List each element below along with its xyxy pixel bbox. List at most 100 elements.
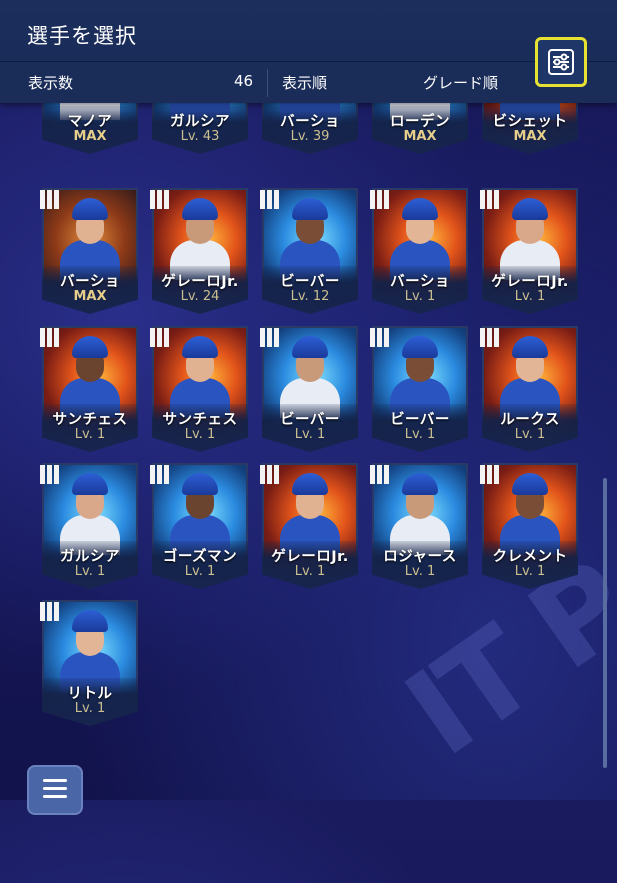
player-name: ガルシア [60, 549, 120, 565]
player-name: マノア [67, 114, 113, 130]
grade-badge [480, 328, 499, 348]
player-card[interactable]: ガルシア Lv. 43 [152, 103, 248, 154]
player-portrait [280, 194, 340, 280]
player-portrait [60, 194, 120, 280]
filter-settings-icon [548, 49, 574, 75]
player-card[interactable]: リトル Lv. 1 [40, 600, 138, 726]
player-level: Lv. 1 [404, 564, 436, 579]
player-level: Lv. 43 [180, 129, 220, 144]
player-level: Lv. 1 [74, 427, 106, 442]
player-level: MAX [513, 129, 547, 144]
player-portrait [60, 332, 120, 418]
player-name: クレメント [492, 549, 568, 565]
player-card[interactable]: ゲレーロJr. Lv. 1 [480, 188, 578, 314]
count-value: 46 [234, 72, 254, 90]
menu-button[interactable] [27, 765, 83, 815]
scrollbar[interactable] [603, 478, 607, 768]
player-card[interactable]: ビーバー Lv. 1 [260, 326, 358, 452]
player-name: リトル [67, 686, 113, 702]
grade-badge [370, 328, 389, 348]
player-name: ビーバー [280, 412, 340, 428]
grade-badge [40, 190, 59, 210]
player-level: Lv. 1 [294, 427, 326, 442]
player-portrait [390, 332, 450, 418]
player-level: Lv. 1 [294, 564, 326, 579]
player-portrait [280, 469, 340, 555]
grade-badge [40, 328, 59, 348]
player-name: バーショ [390, 274, 450, 290]
grade-badge [150, 465, 169, 485]
hamburger-menu-icon-bar [43, 795, 67, 798]
player-card[interactable]: ビーバー Lv. 1 [370, 326, 468, 452]
grade-badge [480, 190, 499, 210]
player-name: ゲレーロJr. [491, 274, 569, 290]
player-level: Lv. 1 [514, 427, 546, 442]
header-bar: 選手を選択 表示数 46 表示順 グレード順 [0, 0, 617, 103]
player-level: Lv. 1 [74, 564, 106, 579]
player-card[interactable]: サンチェス Lv. 1 [40, 326, 138, 452]
player-name: ゲレーロJr. [161, 274, 239, 290]
player-name: ビシェット [492, 114, 568, 130]
header-divider [0, 61, 617, 62]
player-name: バーショ [280, 114, 340, 130]
sort-label: 表示順 [282, 74, 328, 92]
stat-divider [267, 69, 268, 97]
player-portrait [60, 606, 120, 692]
player-name: ゴーズマン [162, 549, 238, 565]
grade-badge [260, 190, 279, 210]
player-card[interactable]: ゴーズマン Lv. 1 [150, 463, 248, 589]
sort-value[interactable]: グレード順 [423, 72, 498, 93]
player-level: Lv. 1 [184, 427, 216, 442]
player-card[interactable]: ビーバー Lv. 12 [260, 188, 358, 314]
player-name: ルークス [500, 412, 560, 428]
player-card[interactable]: ローデン MAX [372, 103, 468, 154]
player-card[interactable]: ビシェット MAX [482, 103, 578, 154]
player-portrait [280, 332, 340, 418]
player-portrait [60, 469, 120, 555]
player-portrait [170, 332, 230, 418]
grade-badge [370, 190, 389, 210]
player-level: MAX [73, 129, 107, 144]
player-card[interactable]: マノア MAX [42, 103, 138, 154]
filter-button[interactable] [535, 37, 587, 87]
player-portrait [500, 332, 560, 418]
player-level: Lv. 12 [290, 289, 330, 304]
player-name: ガルシア [170, 114, 230, 130]
player-card[interactable]: バーショ Lv. 1 [370, 188, 468, 314]
player-card[interactable]: バーショ Lv. 39 [262, 103, 358, 154]
player-name: バーショ [60, 274, 120, 290]
player-level: Lv. 1 [404, 289, 436, 304]
player-level: Lv. 1 [514, 289, 546, 304]
player-card[interactable]: クレメント Lv. 1 [480, 463, 578, 589]
player-card[interactable]: ゲレーロJr. Lv. 24 [150, 188, 248, 314]
grade-badge [260, 328, 279, 348]
player-level: Lv. 1 [74, 701, 106, 716]
player-level: Lv. 1 [184, 564, 216, 579]
player-name: ローデン [390, 114, 450, 130]
player-portrait [390, 194, 450, 280]
grade-badge [150, 190, 169, 210]
player-card[interactable]: バーショ MAX [40, 188, 138, 314]
player-portrait [170, 194, 230, 280]
player-level: Lv. 1 [404, 427, 436, 442]
player-portrait [500, 469, 560, 555]
player-portrait [500, 194, 560, 280]
page-title: 選手を選択 [27, 24, 137, 48]
player-level: Lv. 24 [180, 289, 220, 304]
count-label: 表示数 [28, 74, 74, 92]
grade-badge [480, 465, 499, 485]
player-portrait [170, 469, 230, 555]
player-card[interactable]: ロジャース Lv. 1 [370, 463, 468, 589]
player-name: サンチェス [52, 412, 128, 428]
grade-badge [40, 465, 59, 485]
player-name: ビーバー [280, 274, 340, 290]
player-name: サンチェス [162, 412, 238, 428]
player-level: MAX [403, 129, 437, 144]
player-card[interactable]: ルークス Lv. 1 [480, 326, 578, 452]
grade-badge [260, 465, 279, 485]
player-grid: マノア MAX ガルシア Lv. 43 バーショ Lv. 39 ローデン MAX ビシェット MA… [0, 103, 617, 800]
player-card[interactable]: ゲレーロJr. Lv. 1 [260, 463, 358, 589]
player-card[interactable]: サンチェス Lv. 1 [150, 326, 248, 452]
player-card[interactable]: ガルシア Lv. 1 [40, 463, 138, 589]
player-name: ゲレーロJr. [271, 549, 349, 565]
